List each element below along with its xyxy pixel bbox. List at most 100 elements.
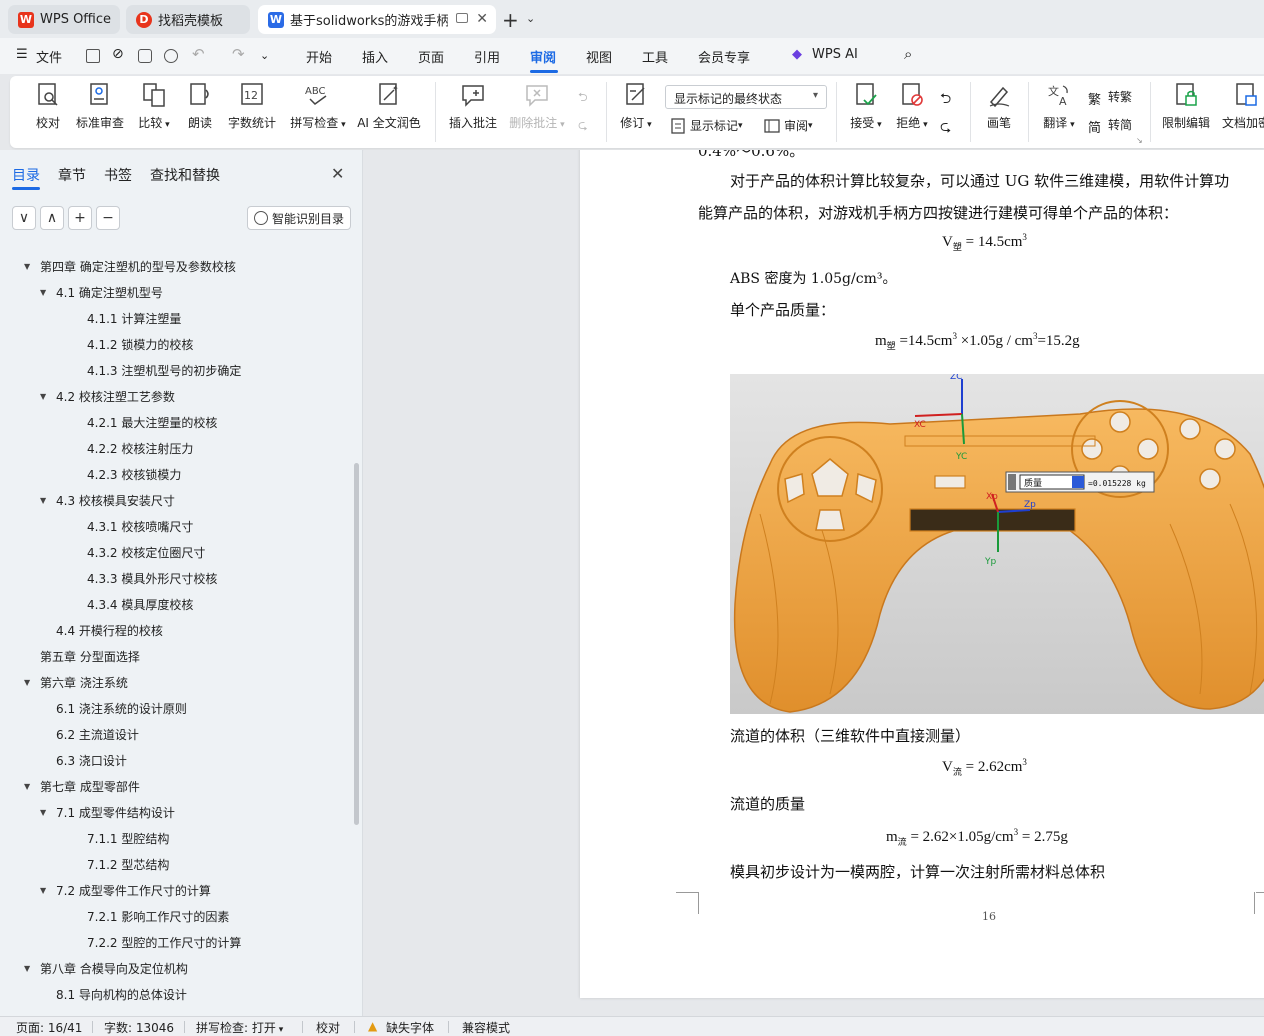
collapse-down-button[interactable]: ∨ bbox=[12, 206, 36, 230]
menu-wps-ai[interactable]: WPS AI bbox=[812, 47, 858, 62]
menu-references[interactable]: 引用 bbox=[474, 47, 500, 66]
scrollbar-thumb[interactable] bbox=[354, 463, 359, 825]
tab-current-document[interactable]: W 基于solidworks的游戏手柄方 ✕ bbox=[258, 5, 496, 34]
markup-display-select[interactable]: 显示标记的最终状态 ▾ bbox=[665, 85, 827, 109]
tab-find-replace[interactable]: 查找和替换 bbox=[150, 165, 220, 185]
to-traditional-button[interactable]: 繁 转繁 bbox=[1088, 88, 1132, 108]
toc-item[interactable]: 7.1.1 型腔结构 bbox=[87, 825, 169, 851]
toc-item[interactable]: 4.3.4 模具厚度校核 bbox=[87, 591, 193, 617]
compare-button[interactable]: 比较 ▾ bbox=[134, 82, 174, 131]
expand-triangle-icon[interactable]: ▼ bbox=[40, 886, 52, 895]
toc-item[interactable]: 第五章 分型面选择 bbox=[40, 643, 140, 669]
menu-review[interactable]: 审阅 bbox=[530, 47, 556, 66]
add-heading-button[interactable]: + bbox=[68, 206, 92, 230]
gamepad-model-figure[interactable]: ZC XC YC Xp Zp Yp 质量 =0.015228 kg bbox=[730, 374, 1264, 714]
menu-member[interactable]: 会员专享 bbox=[698, 47, 750, 66]
restrict-editing-button[interactable]: 限制编辑 bbox=[1160, 82, 1212, 131]
toc-item[interactable]: 4.1.1 计算注塑量 bbox=[87, 305, 181, 331]
pen-button[interactable]: 画笔 bbox=[984, 82, 1014, 131]
tab-wps-office[interactable]: W WPS Office bbox=[8, 5, 120, 34]
standard-review-button[interactable]: 标准审查 bbox=[74, 82, 126, 131]
accept-button[interactable]: 接受 ▾ bbox=[848, 82, 884, 131]
menu-tools[interactable]: 工具 bbox=[642, 47, 668, 66]
status-word-count[interactable]: 字数: 13046 bbox=[104, 1019, 174, 1036]
toc-item[interactable]: 7.2.1 影响工作尺寸的因素 bbox=[87, 903, 229, 929]
expand-triangle-icon[interactable]: ▼ bbox=[40, 288, 52, 297]
redo-icon[interactable]: ↷ bbox=[232, 45, 245, 63]
close-icon[interactable]: ✕ bbox=[476, 11, 488, 27]
expand-triangle-icon[interactable]: ▼ bbox=[40, 808, 52, 817]
add-tab-icon[interactable]: + bbox=[502, 8, 519, 32]
delete-comment-button[interactable]: 删除批注 ▾ bbox=[508, 82, 566, 131]
expand-triangle-icon[interactable]: ▼ bbox=[40, 496, 52, 505]
toc-item[interactable]: 4.2.2 校核注射压力 bbox=[87, 435, 193, 461]
previous-change-icon[interactable]: ⮌ bbox=[940, 88, 951, 112]
toc-item[interactable]: ▼ 第六章 浇注系统 bbox=[24, 669, 128, 695]
word-count-button[interactable]: 12 字数统计 bbox=[226, 82, 278, 131]
toc-item[interactable]: 6.1 浇注系统的设计原则 bbox=[56, 695, 187, 721]
toc-item[interactable]: 7.1.2 型芯结构 bbox=[87, 851, 169, 877]
toc-item[interactable]: ▼ 4.3 校核模具安装尺寸 bbox=[40, 487, 175, 513]
status-spell-check[interactable]: 拼写检查: 打开 ▾ bbox=[196, 1019, 283, 1036]
toc-item[interactable]: 7.2.2 型腔的工作尺寸的计算 bbox=[87, 929, 241, 955]
toc-item[interactable]: 4.3.3 模具外形尺寸校核 bbox=[87, 565, 217, 591]
expand-triangle-icon[interactable]: ▼ bbox=[40, 392, 52, 401]
menu-insert[interactable]: 插入 bbox=[362, 47, 388, 66]
chevron-down-icon[interactable]: ⌄ bbox=[526, 12, 535, 25]
smart-toc-button[interactable]: 智能识别目录 bbox=[247, 206, 351, 230]
show-markup-button[interactable]: 显示标记 ▾ bbox=[670, 117, 743, 134]
toc-item[interactable]: ▼ 4.1 确定注塑机型号 bbox=[40, 279, 163, 305]
link-icon[interactable]: ⊘ bbox=[112, 46, 124, 62]
menu-file[interactable]: 文件 bbox=[36, 47, 62, 66]
search-icon[interactable]: ⌕ bbox=[904, 45, 912, 63]
translate-button[interactable]: 文A 翻译 ▾ bbox=[1040, 82, 1078, 131]
group-expand-icon[interactable]: ↘ bbox=[1136, 136, 1143, 145]
toc-item[interactable]: 6.3 浇口设计 bbox=[56, 747, 127, 773]
status-missing-font[interactable]: 缺失字体 bbox=[386, 1019, 434, 1036]
toc-item[interactable]: 4.1.3 注塑机型号的初步确定 bbox=[87, 357, 241, 383]
toc-item[interactable]: 4.3.2 校核定位圈尺寸 bbox=[87, 539, 205, 565]
toc-item[interactable]: 4.2.3 校核锁模力 bbox=[87, 461, 181, 487]
toc-item[interactable]: 4.3.1 校核喷嘴尺寸 bbox=[87, 513, 193, 539]
tab-docer-templates[interactable]: D 找稻壳模板 bbox=[126, 5, 250, 34]
tab-sections[interactable]: 章节 bbox=[58, 165, 86, 185]
toc-item[interactable]: 4.1.2 锁模力的校核 bbox=[87, 331, 193, 357]
status-page[interactable]: 页面: 16/41 bbox=[16, 1019, 82, 1036]
tab-bookmarks[interactable]: 书签 bbox=[104, 165, 132, 185]
tab-toc[interactable]: 目录 bbox=[12, 165, 40, 185]
to-simplified-button[interactable]: 简 转简 bbox=[1088, 116, 1132, 136]
expand-triangle-icon[interactable]: ▼ bbox=[24, 262, 36, 271]
chevron-down-icon[interactable]: ⌄ bbox=[260, 49, 269, 62]
save-icon[interactable] bbox=[86, 49, 100, 63]
toc-item[interactable]: ▼ 7.2 成型零件工作尺寸的计算 bbox=[40, 877, 211, 903]
previous-comment-icon[interactable]: ⮌ bbox=[578, 88, 588, 109]
next-comment-icon[interactable]: ⮎ bbox=[578, 116, 588, 137]
toc-item[interactable]: ▼ 第七章 成型零部件 bbox=[24, 773, 140, 799]
menu-view[interactable]: 视图 bbox=[586, 47, 612, 66]
read-aloud-button[interactable]: 朗读 bbox=[186, 82, 214, 131]
track-changes-button[interactable]: 修订 ▾ bbox=[618, 82, 654, 131]
document-encrypt-button[interactable]: 文档加密 bbox=[1220, 82, 1264, 131]
collapse-up-button[interactable]: ∧ bbox=[40, 206, 64, 230]
toc-item[interactable]: 8.1 导向机构的总体设计 bbox=[56, 981, 187, 1007]
close-icon[interactable]: ✕ bbox=[331, 164, 344, 183]
undo-icon[interactable]: ↶ bbox=[192, 45, 205, 63]
print-preview-icon[interactable] bbox=[164, 49, 178, 63]
next-change-icon[interactable]: ⮎ bbox=[940, 116, 951, 140]
reject-button[interactable]: 拒绝 ▾ bbox=[894, 82, 930, 131]
hamburger-icon[interactable]: ☰ bbox=[16, 47, 28, 62]
insert-comment-button[interactable]: 插入批注 bbox=[448, 82, 498, 131]
menu-home[interactable]: 开始 bbox=[306, 47, 332, 66]
spell-check-button[interactable]: ABC 拼写检查 ▾ bbox=[288, 82, 348, 131]
status-proofread[interactable]: 校对 bbox=[316, 1019, 340, 1036]
expand-triangle-icon[interactable]: ▼ bbox=[24, 964, 36, 973]
menu-page[interactable]: 页面 bbox=[418, 47, 444, 66]
remove-heading-button[interactable]: − bbox=[96, 206, 120, 230]
ai-polish-button[interactable]: ✦ AI 全文润色 bbox=[356, 82, 422, 131]
toc-item[interactable]: 4.2.1 最大注塑量的校核 bbox=[87, 409, 217, 435]
expand-triangle-icon[interactable]: ▼ bbox=[24, 678, 36, 687]
toc-item[interactable]: 4.4 开模行程的校核 bbox=[56, 617, 163, 643]
toc-item[interactable]: 6.2 主流道设计 bbox=[56, 721, 139, 747]
proofread-button[interactable]: 校对 bbox=[32, 82, 64, 131]
print-icon[interactable] bbox=[138, 49, 152, 63]
